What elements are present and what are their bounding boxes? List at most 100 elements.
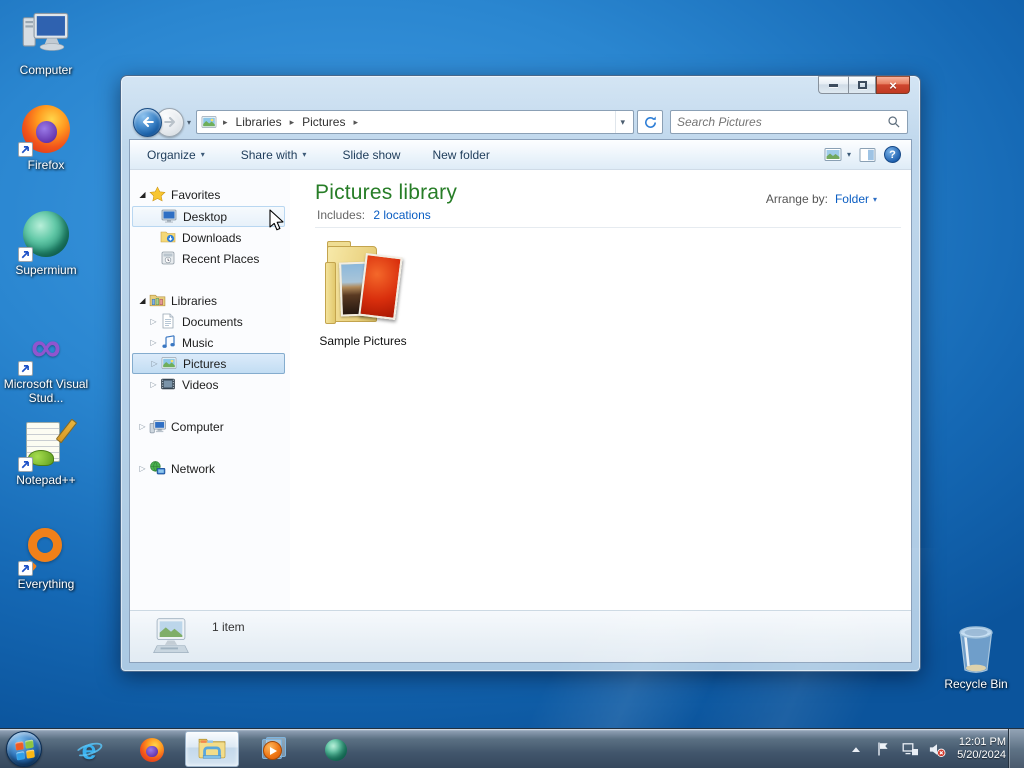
libraries-icon [149, 292, 166, 309]
shortcut-arrow-icon [18, 142, 33, 157]
details-pane: 1 item [130, 610, 911, 662]
help-button[interactable]: ? [884, 146, 901, 163]
volume-muted-icon[interactable] [928, 740, 946, 758]
network-status-icon[interactable] [901, 740, 919, 758]
selection-preview-icon [150, 617, 192, 662]
refresh-button[interactable] [637, 110, 663, 134]
collapse-twisty-icon[interactable]: ◢ [136, 296, 149, 305]
share-with-menu-button[interactable]: Share with ▾ [232, 143, 316, 167]
taskbar-clock[interactable]: 12:01 PM 5/20/2024 [957, 736, 1006, 762]
taskbar-windows-explorer-active[interactable] [185, 731, 239, 767]
firefox-icon [138, 736, 166, 764]
address-dropdown-icon[interactable]: ▾ [615, 111, 629, 133]
organize-menu-button[interactable]: Organize ▾ [138, 143, 214, 167]
start-button[interactable] [6, 731, 42, 767]
library-title: Pictures library [315, 181, 458, 204]
search-input[interactable] [677, 115, 887, 129]
desktop-icon-computer[interactable]: Computer [0, 8, 92, 77]
maximize-button[interactable] [848, 76, 876, 94]
taskbar-media-player[interactable] [258, 735, 288, 765]
section-label: Libraries [171, 293, 218, 308]
navigation-bar: ▾ ▸ Libraries ▸ Pictures ▸ ▾ [133, 105, 908, 139]
expand-twisty-icon[interactable]: ▷ [147, 380, 160, 389]
desktop-icon-everything[interactable]: Everything [0, 522, 92, 591]
sidebar-item-pictures[interactable]: ▷ Pictures [132, 353, 285, 374]
items-view: Pictures library Includes: 2 locations A… [291, 170, 911, 610]
new-folder-label: New folder [432, 147, 490, 162]
shortcut-arrow-icon [18, 247, 33, 262]
desktop-icon-recycle-bin[interactable]: Recycle Bin [930, 622, 1022, 691]
new-folder-button[interactable]: New folder [423, 143, 498, 167]
breadcrumb-pictures[interactable]: Pictures [300, 114, 347, 130]
firefox-icon [18, 103, 72, 157]
recent-pages-dropdown[interactable]: ▾ [187, 118, 191, 127]
show-hidden-icons-button[interactable] [847, 740, 865, 758]
taskbar-internet-explorer[interactable]: e [73, 735, 105, 765]
sidebar-item-music[interactable]: ▷ Music [132, 332, 285, 353]
network-icon [149, 460, 166, 477]
sidebar-section-libraries[interactable]: ◢ Libraries [132, 290, 285, 311]
sidebar-section-computer[interactable]: ▷ Computer [132, 416, 285, 437]
caption-buttons: × [818, 76, 910, 94]
back-button[interactable] [133, 107, 162, 137]
shortcut-arrow-icon [18, 361, 33, 376]
expand-twisty-icon[interactable]: ▷ [136, 422, 149, 431]
sidebar-section-network[interactable]: ▷ Network [132, 458, 285, 479]
clock-time: 12:01 PM [958, 736, 1006, 748]
supermium-icon [18, 208, 72, 262]
preview-pane-icon[interactable] [859, 147, 876, 163]
sidebar-item-recent-places[interactable]: Recent Places [132, 248, 285, 269]
sidebar-item-documents[interactable]: ▷ Documents [132, 311, 285, 332]
taskbar-supermium[interactable] [321, 735, 351, 765]
downloads-icon [160, 229, 177, 246]
arrange-by-label: Arrange by: [765, 192, 828, 206]
breadcrumb-libraries[interactable]: Libraries [234, 114, 284, 130]
search-icon [888, 116, 900, 128]
folder-item-sample-pictures[interactable]: Sample Pictures [315, 234, 411, 348]
supermium-icon [322, 736, 350, 764]
arrange-by-dropdown[interactable]: Folder ▾ [835, 192, 877, 206]
desktop-icon-notepadpp[interactable]: Notepad++ [0, 418, 92, 487]
desktop-icon-label: Computer [19, 63, 73, 77]
slide-show-button[interactable]: Slide show [333, 143, 409, 167]
windows-logo-icon [15, 739, 35, 761]
collapse-twisty-icon[interactable]: ◢ [136, 190, 149, 199]
chevron-down-icon: ▾ [302, 150, 307, 159]
minimize-button[interactable] [818, 76, 848, 94]
sidebar-item-downloads[interactable]: Downloads [132, 227, 285, 248]
desktop-icon-visual-studio[interactable]: ∞ Microsoft Visual Stud... [0, 322, 92, 405]
close-button[interactable]: × [876, 76, 910, 94]
taskbar-firefox[interactable] [137, 735, 167, 765]
sidebar-item-desktop[interactable]: Desktop [132, 206, 285, 227]
item-label: Music [182, 335, 214, 350]
shortcut-arrow-icon [18, 457, 33, 472]
desktop-icon [161, 208, 178, 225]
item-label: Documents [182, 314, 243, 329]
library-includes: Includes: 2 locations [317, 208, 431, 222]
close-icon: × [889, 77, 897, 93]
documents-icon [160, 313, 177, 330]
chevron-down-icon: ▾ [846, 150, 851, 159]
desktop-icon-supermium[interactable]: Supermium [0, 208, 92, 277]
notepadpp-icon [18, 418, 78, 472]
expand-twisty-icon[interactable]: ▷ [136, 464, 149, 473]
navigation-pane: ◢ Favorites Desktop Downloads Recent Pla… [130, 170, 290, 610]
action-center-flag-icon[interactable] [874, 740, 892, 758]
sidebar-item-videos[interactable]: ▷ Videos [132, 374, 285, 395]
locations-link[interactable]: 2 locations [373, 208, 430, 222]
includes-label: Includes: [317, 208, 366, 222]
expand-twisty-icon[interactable]: ▷ [147, 317, 160, 326]
expand-twisty-icon[interactable]: ▷ [147, 338, 160, 347]
expand-twisty-icon[interactable]: ▷ [148, 359, 161, 368]
everything-icon [18, 522, 72, 576]
recycle-bin-icon [950, 622, 1002, 674]
refresh-icon [644, 116, 656, 128]
change-view-button[interactable]: ▾ [824, 147, 851, 163]
forward-arrow-icon [163, 116, 175, 128]
show-desktop-button[interactable] [1008, 729, 1024, 768]
address-bar[interactable]: ▸ Libraries ▸ Pictures ▸ ▾ [196, 110, 634, 134]
desktop-icon-firefox[interactable]: Firefox [0, 103, 92, 172]
breadcrumb-separator-icon: ▸ [289, 116, 295, 127]
explorer-window: × ▾ ▸ Libraries ▸ Pictures ▸ ▾ Search Pi… [120, 75, 921, 672]
sidebar-section-favorites[interactable]: ◢ Favorites [132, 184, 285, 205]
